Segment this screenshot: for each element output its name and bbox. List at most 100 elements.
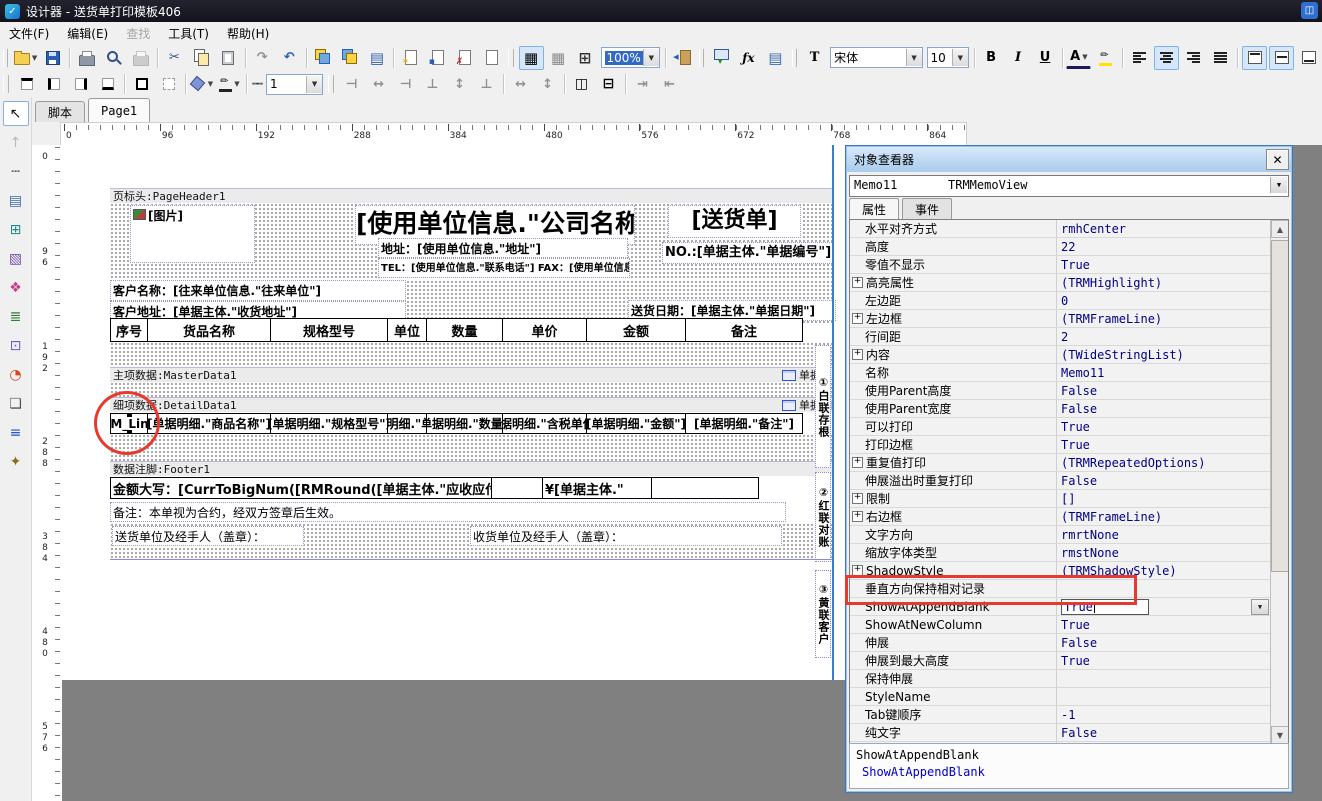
property-value[interactable]: False [1057, 400, 1288, 417]
expand-icon[interactable]: + [852, 565, 863, 576]
expand-icon[interactable]: + [852, 349, 863, 360]
property-value[interactable]: (TRMHighlight) [1057, 274, 1288, 291]
detail-cell[interactable]: [单据明细."数量"] [426, 413, 503, 434]
picture-placeholder[interactable]: [图片] [130, 205, 255, 263]
copy-strip-3[interactable]: ③黄联客户 [815, 570, 831, 658]
property-value[interactable]: True [1057, 652, 1288, 669]
toolbar-grip[interactable] [508, 49, 513, 67]
same-height-button[interactable]: ⊟ [596, 72, 621, 96]
property-name[interactable]: StyleName [850, 688, 1057, 705]
property-name[interactable]: 水平对齐方式 [850, 220, 1057, 237]
delete-page-button[interactable]: ✗ [452, 46, 477, 70]
band-footer[interactable]: 数据注脚:Footer1 [110, 461, 832, 476]
property-name[interactable]: 使用Parent高度 [850, 382, 1057, 399]
property-name[interactable]: 文字方向 [850, 526, 1057, 543]
property-value[interactable]: False [1057, 382, 1288, 399]
blank-page-button[interactable] [479, 46, 504, 70]
select-tool[interactable]: ↖ [3, 101, 29, 126]
inspector-title-bar[interactable]: 对象查看器 [847, 147, 1291, 172]
frame-none-button[interactable] [156, 72, 181, 96]
property-value[interactable]: True [1057, 256, 1288, 273]
doc-title-memo[interactable]: [送货单] [668, 205, 801, 238]
print-preview-button[interactable] [101, 46, 126, 70]
frame-left-button[interactable] [41, 72, 66, 96]
property-value[interactable]: (TRMFrameLine) [1057, 310, 1288, 327]
detail-cell[interactable]: [单据明细."单位"] [387, 413, 427, 434]
inspector-close-button[interactable]: ✕ [1266, 149, 1289, 170]
font-name-combo[interactable]: 宋体▼ [830, 47, 922, 68]
table-header-cell[interactable]: 金额 [586, 318, 686, 342]
align-left-button[interactable] [1127, 46, 1152, 70]
property-value[interactable]: (TRMFrameLine) [1057, 508, 1288, 525]
send-to-back-button[interactable] [337, 46, 362, 70]
tab-events[interactable]: 事件 [902, 198, 952, 220]
expand-icon[interactable]: + [852, 457, 863, 468]
frame-bottom-button[interactable] [95, 72, 120, 96]
property-value[interactable]: [] [1057, 490, 1288, 507]
property-name[interactable]: 缩放字体类型 [850, 544, 1057, 561]
expression-tool[interactable]: ⊞ [3, 217, 29, 242]
zoom-dropdown-icon[interactable]: ▼ [643, 49, 659, 66]
property-name[interactable]: +限制 [850, 490, 1057, 507]
zoom-combo[interactable]: 100%▼ [601, 47, 660, 68]
tel-fax-memo[interactable]: TEL：[使用单位信息."联系电话"] FAX：[使用单位信息."传真"] [378, 258, 630, 278]
band-master-data[interactable]: 主项数据:MasterData1 单据主 [110, 367, 832, 382]
amount-words-cell[interactable]: 金额大写：[CurrToBigNum([RMRound([单据主体."应收应付 [110, 477, 492, 499]
align-to-grid-button[interactable]: ⊞ [573, 46, 598, 70]
same-width-button[interactable]: ◫ [569, 72, 594, 96]
property-value[interactable]: Memo11 [1057, 364, 1288, 381]
insert-function-button[interactable]: ƒx [736, 46, 761, 70]
copy-strip-2[interactable]: ②红联对账 [815, 472, 831, 562]
object-list-button[interactable]: ▤ [364, 46, 389, 70]
property-name[interactable]: 左边距 [850, 292, 1057, 309]
property-name[interactable]: +右边框 [850, 508, 1057, 525]
richtext-tool[interactable]: ≣ [3, 304, 29, 329]
align-right-button[interactable] [1181, 46, 1206, 70]
toolbar-grip[interactable] [699, 49, 704, 67]
bring-to-front-button[interactable] [310, 46, 335, 70]
italic-button[interactable]: I [1006, 46, 1031, 70]
expand-icon[interactable]: + [852, 313, 863, 324]
receiver-sign-memo[interactable]: 收货单位及经手人（盖章）： [470, 526, 782, 546]
inspector-scrollbar[interactable]: ▲ ▼ [1270, 220, 1288, 744]
detail-cell[interactable]: [单据明细."含税单价"] [502, 413, 587, 434]
property-name[interactable]: ShowAtAppendBlank [850, 598, 1057, 615]
data-dictionary-button[interactable] [709, 46, 734, 70]
object-selector-combo[interactable]: Memo11 TRMMemoView ▼ [849, 175, 1289, 197]
exit-button[interactable] [670, 46, 695, 70]
property-name[interactable]: +重复值打印 [850, 454, 1057, 471]
font-color-dropdown-icon[interactable]: ▼ [1082, 53, 1087, 61]
align-center-button[interactable] [1154, 46, 1179, 70]
line-width-combo[interactable]: 1▼ [266, 74, 323, 95]
report-page[interactable]: 页标头:PageHeader1 [图片] [使用单位信息."公司名称"] 地址：… [62, 145, 845, 680]
new-report-page-button[interactable]: ✶ [398, 46, 423, 70]
property-value[interactable]: 0 [1057, 292, 1288, 309]
detail-cell[interactable]: [RM_Line] [110, 413, 148, 434]
report-settings-button[interactable]: ▤ [763, 46, 788, 70]
property-value[interactable]: rmrtNone [1057, 526, 1288, 543]
band-page-header[interactable]: 页标头:PageHeader1 [110, 188, 832, 203]
toolbar-grip[interactable] [3, 49, 8, 67]
table-header-cell[interactable]: 数量 [426, 318, 503, 342]
new-dialog-page-button[interactable]: ▪ [425, 46, 450, 70]
chart-tool[interactable]: ◔ [3, 362, 29, 387]
underline-button[interactable]: U [1033, 46, 1058, 70]
ole-tool[interactable]: ❏ [3, 391, 29, 416]
detail-cell[interactable]: [单据明细."金额"] [586, 413, 686, 434]
doc-no-memo[interactable]: NO.:[单据主体."单据编号"] [662, 242, 834, 264]
copy-button[interactable] [189, 46, 214, 70]
property-name[interactable]: 打印边框 [850, 436, 1057, 453]
fill-color-dropdown-icon[interactable]: ▼ [208, 80, 213, 88]
table-header-cell[interactable]: 单位 [387, 318, 427, 342]
property-value[interactable] [1057, 580, 1288, 597]
property-name[interactable]: 名称 [850, 364, 1057, 381]
property-value[interactable]: -1 [1057, 706, 1288, 723]
scroll-thumb[interactable] [1271, 240, 1289, 572]
property-edit-box[interactable]: True [1061, 599, 1149, 615]
table-header-cell[interactable]: 货品名称 [147, 318, 271, 342]
property-value[interactable]: False [1057, 472, 1288, 489]
toolbar-grip[interactable] [328, 75, 334, 93]
tab-script[interactable]: 脚本 [35, 101, 85, 122]
property-name[interactable]: 高度 [850, 238, 1057, 255]
property-name[interactable]: +ShadowStyle [850, 562, 1057, 579]
